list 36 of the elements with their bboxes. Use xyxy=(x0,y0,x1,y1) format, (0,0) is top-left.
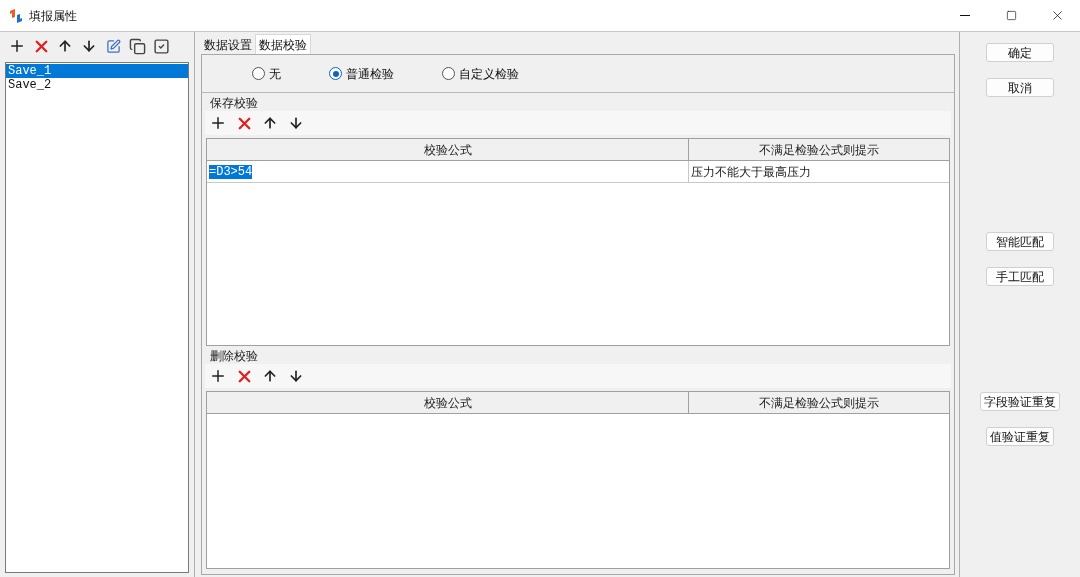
check-icon xyxy=(152,37,170,55)
radio-label: 普通检验 xyxy=(346,65,394,83)
list-item[interactable]: Save_2 xyxy=(6,78,188,92)
copy-icon xyxy=(128,37,146,55)
dialog-button[interactable]: 字段验证重复 xyxy=(980,392,1060,411)
dialog-button[interactable]: 取消 xyxy=(986,78,1054,97)
column-header[interactable]: 校验公式 xyxy=(207,139,689,160)
list-item[interactable]: Save_1 xyxy=(6,64,188,78)
column-header[interactable]: 校验公式 xyxy=(207,392,689,413)
column-header[interactable]: 不满足检验公式则提示 xyxy=(689,139,949,160)
radio-button[interactable] xyxy=(329,67,342,80)
dialog-button[interactable]: 值验证重复 xyxy=(986,427,1054,446)
section-title: 删除校验 xyxy=(210,349,259,363)
dialog-button[interactable]: 智能匹配 xyxy=(986,232,1054,251)
edit-icon xyxy=(105,38,121,54)
table-cell[interactable]: =D3>54 xyxy=(209,164,253,179)
table-cell[interactable]: 压力不能大于最高压力 xyxy=(691,164,811,179)
section-title: 保存校验 xyxy=(210,96,259,110)
tab[interactable]: 数据设置 xyxy=(201,36,255,54)
tab[interactable]: 数据校验 xyxy=(255,34,311,54)
minimize-icon xyxy=(960,15,970,16)
radio-button[interactable] xyxy=(442,67,455,80)
radio-label: 无 xyxy=(269,65,281,83)
maximize-icon xyxy=(1005,10,1017,21)
plus-icon xyxy=(8,37,26,55)
plus-icon xyxy=(209,114,227,132)
app-logo-icon xyxy=(9,7,23,24)
radio-label: 自定义检验 xyxy=(459,65,519,83)
column-header[interactable]: 不满足检验公式则提示 xyxy=(689,392,949,413)
window-title: 填报属性 xyxy=(29,7,77,25)
down-arrow-icon xyxy=(81,38,97,54)
radio-button[interactable] xyxy=(252,67,265,80)
dialog-button[interactable]: 手工匹配 xyxy=(986,267,1054,286)
dialog-button[interactable]: 确定 xyxy=(986,43,1054,62)
plus-icon xyxy=(209,367,227,385)
down-arrow-icon xyxy=(288,368,304,384)
